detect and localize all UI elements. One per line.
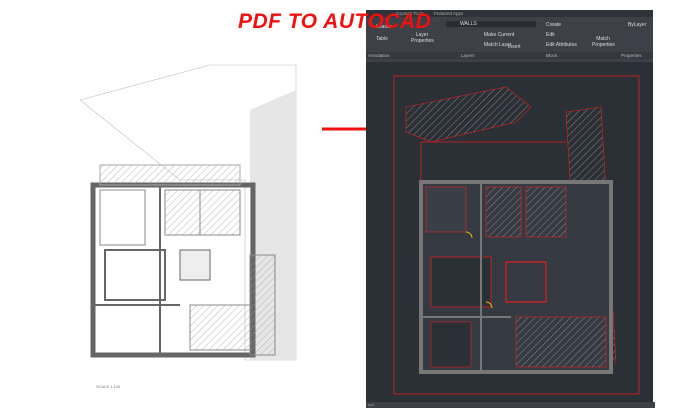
panel-layers[interactable]: Layers xyxy=(461,53,475,58)
cad-drawing-area[interactable] xyxy=(366,62,653,402)
panel-block[interactable]: Block xyxy=(546,53,557,58)
layer-dropdown[interactable]: WALLS xyxy=(446,21,536,27)
edit-attributes-button[interactable]: Edit Attributes xyxy=(546,42,577,48)
edit-button[interactable]: Edit xyxy=(546,32,555,38)
scale-label: SCALE 1:100 xyxy=(96,384,121,389)
pdf-floor-plan xyxy=(79,64,297,361)
color-dropdown[interactable]: ByLayer xyxy=(628,22,646,28)
command-line[interactable]: ord xyxy=(366,402,655,408)
panel-properties[interactable]: Properties xyxy=(621,53,642,58)
panel-annotation[interactable]: Annotation xyxy=(368,53,390,58)
make-current-button[interactable]: Make Current xyxy=(484,32,514,38)
tab-featured-apps[interactable]: Featured Apps xyxy=(434,11,463,16)
create-button[interactable]: Create xyxy=(546,22,561,28)
autocad-window: Express Tools Featured Apps Leader Table … xyxy=(366,10,655,408)
insert-button[interactable]: Insert xyxy=(508,44,521,50)
page-title: PDF TO AUTOCAD xyxy=(238,10,432,33)
match-properties-button[interactable]: Match Properties xyxy=(592,36,615,48)
table-button[interactable]: Table xyxy=(376,36,388,42)
